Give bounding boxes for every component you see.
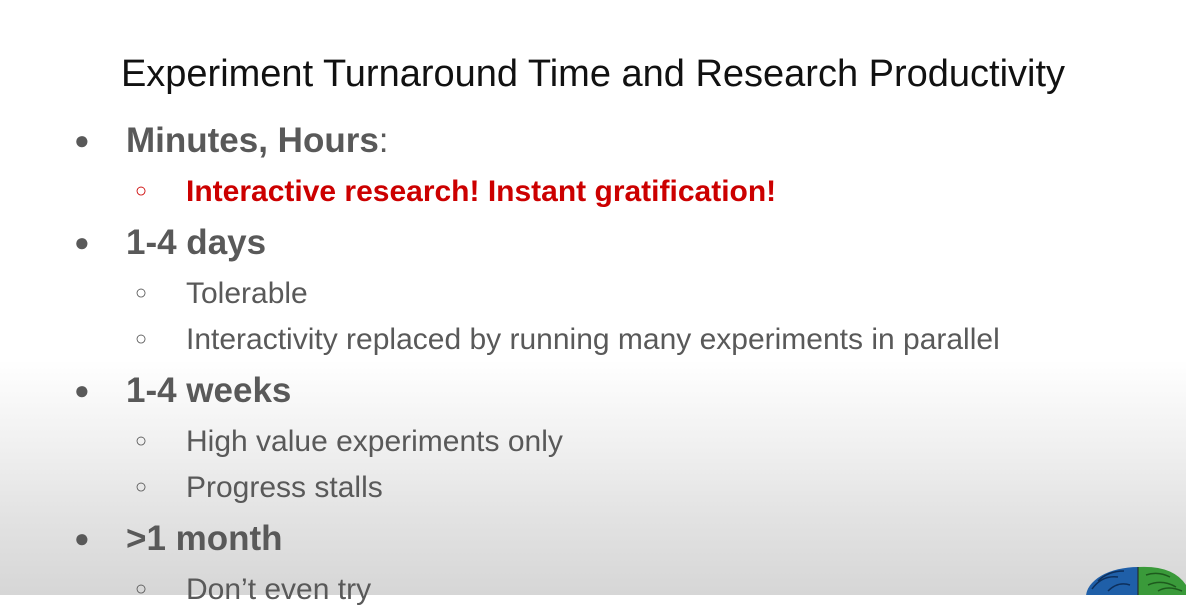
- slide-title: Experiment Turnaround Time and Research …: [120, 53, 1066, 95]
- sub-bullet-text: Don’t even try: [186, 573, 372, 606]
- sub-bullet-tolerable: ○ Tolerable: [135, 276, 308, 311]
- sub-bullet-text: High value experiments only: [186, 425, 563, 458]
- bullet-dot-icon: ●: [74, 523, 90, 553]
- bullet-1-4-weeks: ● 1-4 weeks: [74, 370, 291, 411]
- bullet-over-1-month: ● >1 month: [74, 518, 283, 559]
- bullet-heading-suffix: :: [378, 121, 389, 160]
- bullet-circle-icon: ○: [135, 282, 148, 304]
- sub-bullet-text: Tolerable: [186, 277, 308, 310]
- bullet-circle-icon: ○: [135, 476, 148, 498]
- sub-bullet-text: Interactive research! Instant gratificat…: [186, 175, 777, 208]
- bullet-dot-icon: ●: [74, 125, 90, 155]
- slide: Experiment Turnaround Time and Research …: [0, 0, 1186, 606]
- sub-bullet-dont-even-try: ○ Don’t even try: [135, 572, 371, 607]
- sub-bullet-interactivity-replaced: ○ Interactivity replaced by running many …: [135, 322, 1000, 357]
- bullet-heading: >1 month: [126, 519, 283, 558]
- sub-bullet-progress-stalls: ○ Progress stalls: [135, 470, 383, 505]
- bullet-dot-icon: ●: [74, 227, 90, 257]
- bullet-heading: 1-4 weeks: [126, 371, 292, 410]
- bullet-circle-icon: ○: [135, 180, 148, 202]
- bullet-heading: Minutes, Hours: [126, 121, 379, 160]
- bullet-dot-icon: ●: [74, 375, 90, 405]
- bullet-circle-icon: ○: [135, 578, 148, 600]
- brain-logo-icon: [1078, 561, 1186, 595]
- bullet-heading: 1-4 days: [126, 223, 267, 262]
- bullet-circle-icon: ○: [135, 328, 148, 350]
- bullet-minutes-hours: ● Minutes, Hours:: [74, 120, 389, 161]
- sub-bullet-text: Progress stalls: [186, 471, 383, 504]
- sub-bullet-interactive-research: ○ Interactive research! Instant gratifica…: [135, 174, 776, 209]
- sub-bullet-text: Interactivity replaced by running many e…: [186, 323, 1000, 356]
- sub-bullet-high-value: ○ High value experiments only: [135, 424, 563, 459]
- bullet-circle-icon: ○: [135, 430, 148, 452]
- bullet-1-4-days: ● 1-4 days: [74, 222, 266, 263]
